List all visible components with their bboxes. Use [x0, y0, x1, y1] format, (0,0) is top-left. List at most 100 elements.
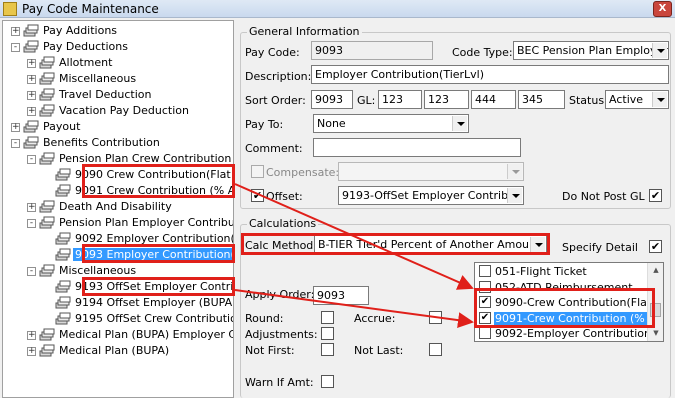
tree-node[interactable]: + Travel Deduction [3, 87, 233, 103]
apply-order-field[interactable]: 9093 [313, 286, 369, 305]
expand-icon[interactable]: + [27, 59, 36, 68]
collapse-icon[interactable]: - [27, 155, 36, 164]
expand-icon[interactable]: + [11, 27, 20, 36]
detail-item-checkbox[interactable] [479, 265, 491, 277]
collapse-icon[interactable]: - [27, 267, 36, 276]
paycode-tree[interactable]: + Pay Additions - Pay Deductions + Allotment +… [2, 20, 234, 398]
collapse-icon[interactable]: - [27, 219, 36, 228]
paycode-stack-icon [23, 24, 39, 38]
compensate-checkbox[interactable] [251, 165, 264, 178]
title-bar: Pay Code Maintenance X [0, 0, 675, 18]
gl-label: GL: [357, 94, 376, 107]
expand-icon[interactable]: + [11, 123, 20, 132]
offset-checkbox[interactable]: ✔ [251, 189, 264, 202]
tree-node[interactable]: + Payout [3, 119, 233, 135]
tree-node[interactable]: 9194 Offset Employer (BUPA) [3, 295, 233, 311]
specify-detail-checkbox[interactable]: ✔ [649, 240, 662, 253]
offset-select[interactable]: 9193-OffSet Employer Contributio [338, 186, 524, 205]
tree-node[interactable]: + Miscellaneous [3, 71, 233, 87]
tree-node-label: Pension Plan Crew Contribution [59, 152, 232, 165]
tree-node[interactable]: - Benefits Contribution [3, 135, 233, 151]
tree-node[interactable]: 9093 Employer Contribution(Ti [3, 247, 233, 263]
detail-list-item[interactable]: 9092-Employer Contribution(%A [475, 325, 663, 341]
comment-field[interactable] [313, 138, 521, 157]
calc-method-select[interactable]: B-TIER Tier'd Percent of Another Amount [314, 235, 547, 254]
scroll-up-icon[interactable]: ▲ [649, 263, 663, 277]
round-checkbox[interactable] [321, 311, 334, 324]
paycode-stack-icon [55, 168, 71, 182]
close-button[interactable]: X [653, 1, 672, 17]
tree-node[interactable]: + Death And Disability [3, 199, 233, 215]
description-field[interactable]: Employer Contribution(TierLvl) [311, 65, 669, 84]
tree-node-label: 9093 Employer Contribution(Ti [73, 248, 233, 261]
status-arrow-icon[interactable] [652, 92, 667, 107]
detail-item-checkbox[interactable]: ✔ [479, 296, 491, 308]
pay-code-field[interactable]: 9093 [311, 41, 433, 60]
tree-node[interactable]: + Pay Additions [3, 23, 233, 39]
compensate-label: Compensate: [266, 166, 340, 179]
offset-arrow-icon[interactable] [507, 188, 522, 203]
tree-node[interactable]: - Pension Plan Crew Contribution [3, 151, 233, 167]
gl-field-4[interactable]: 345 [518, 90, 565, 109]
detail-code-list[interactable]: 051-Flight Ticket 052-ATD Reimbursement ✔ 9… [474, 262, 664, 342]
detail-item-label: 9091-Crew Contribution (% Amt [494, 311, 663, 325]
expand-icon[interactable]: + [27, 331, 36, 340]
expand-icon[interactable]: + [27, 203, 36, 212]
adjustments-checkbox[interactable] [321, 327, 334, 340]
tree-node-label: Miscellaneous [59, 264, 137, 277]
no-post-gl-checkbox[interactable]: ✔ [649, 189, 662, 202]
pay-to-select[interactable]: None [313, 114, 469, 133]
detail-list-item[interactable]: ✔ 9090-Crew Contribution(Flat Amt [475, 294, 663, 310]
window-title: Pay Code Maintenance [22, 2, 159, 16]
status-value: Active [609, 93, 644, 106]
accrue-checkbox[interactable] [429, 311, 442, 324]
tree-node[interactable]: 9090 Crew Contribution(Flat A [3, 167, 233, 183]
tree-node[interactable]: 9091 Crew Contribution (% Am [3, 183, 233, 199]
compensate-select[interactable] [338, 162, 524, 181]
tree-node[interactable]: + Medical Plan (BUPA) [3, 343, 233, 359]
tree-node[interactable]: 9195 OffSet Crew Contributio [3, 311, 233, 327]
detail-list-item[interactable]: ✔ 9091-Crew Contribution (% Amt [475, 310, 663, 326]
tree-node[interactable]: 9092 Employer Contribution(% [3, 231, 233, 247]
warn-if-amt-label: Warn If Amt: [245, 376, 314, 389]
gl-field-3[interactable]: 444 [471, 90, 516, 109]
collapse-icon[interactable]: - [11, 139, 20, 148]
tree-node[interactable]: + Allotment [3, 55, 233, 71]
not-first-checkbox[interactable] [321, 343, 334, 356]
tree-node[interactable]: - Miscellaneous [3, 263, 233, 279]
calc-method-arrow-icon[interactable] [530, 237, 545, 252]
detail-list-item[interactable]: 051-Flight Ticket [475, 263, 647, 279]
tree-node[interactable]: 9193 OffSet Employer Contrib [3, 279, 233, 295]
tree-node-label: Benefits Contribution [43, 136, 160, 149]
adjustments-label: Adjustments: [245, 328, 318, 341]
detail-item-checkbox[interactable] [479, 280, 491, 293]
tree-node[interactable]: - Pension Plan Employer Contributio [3, 215, 233, 231]
gl-field-2[interactable]: 123 [424, 90, 469, 109]
expand-icon[interactable]: + [27, 75, 36, 84]
status-select[interactable]: Active [605, 90, 669, 109]
detail-item-checkbox[interactable]: ✔ [479, 311, 491, 324]
expand-icon[interactable]: + [27, 91, 36, 100]
scroll-down-icon[interactable]: ▼ [649, 326, 663, 340]
tree-node[interactable]: - Pay Deductions [3, 39, 233, 55]
compensate-arrow-icon[interactable] [507, 164, 522, 179]
code-type-select[interactable]: BEC Pension Plan Employer C [513, 41, 669, 60]
not-last-checkbox[interactable] [429, 343, 442, 356]
pay-to-arrow-icon[interactable] [452, 116, 467, 131]
warn-if-amt-checkbox[interactable] [321, 375, 334, 388]
expand-icon[interactable]: + [27, 347, 36, 356]
paycode-stack-icon [39, 216, 55, 230]
tree-node[interactable]: + Vacation Pay Deduction [3, 103, 233, 119]
gl-field-1[interactable]: 123 [378, 90, 422, 109]
paycode-stack-icon [55, 184, 71, 198]
tree-node[interactable]: + Medical Plan (BUPA) Employer Con [3, 327, 233, 343]
expand-icon[interactable]: + [27, 107, 36, 116]
sort-order-field[interactable]: 9093 [311, 90, 353, 109]
detail-list-item[interactable]: 052-ATD Reimbursement [475, 279, 647, 295]
paycode-stack-icon [39, 72, 55, 86]
collapse-icon[interactable]: - [11, 43, 20, 52]
scroll-thumb[interactable] [650, 303, 661, 317]
code-type-arrow-icon[interactable] [652, 43, 667, 58]
detail-item-checkbox[interactable] [479, 327, 491, 339]
detail-list-scrollbar[interactable]: ▲ ▼ [647, 263, 663, 341]
